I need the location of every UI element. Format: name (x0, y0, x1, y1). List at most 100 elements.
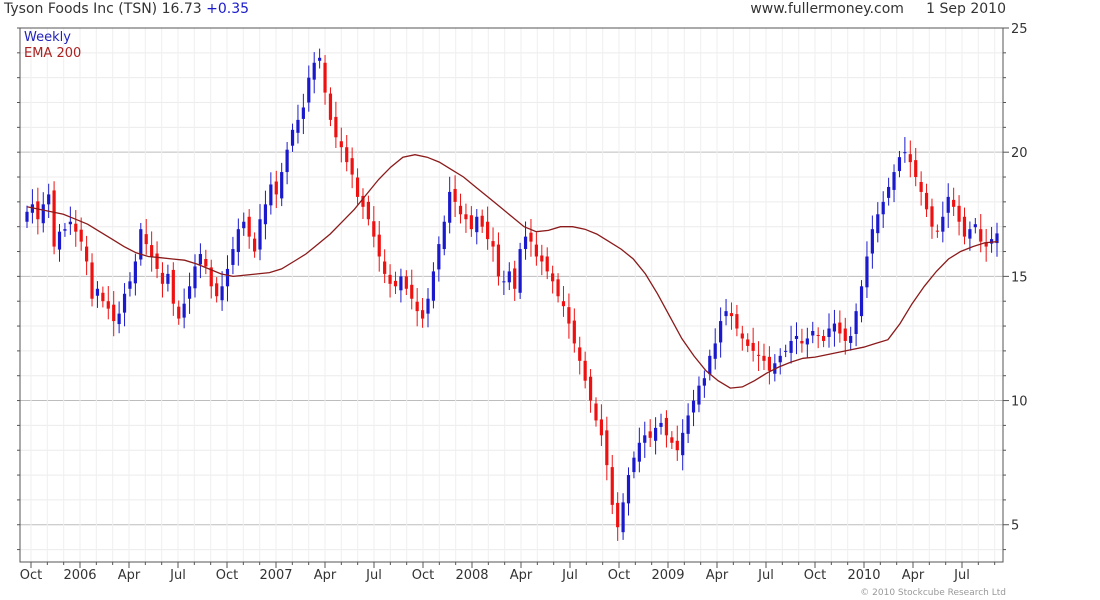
candle-body (85, 246, 89, 262)
candle-body (697, 385, 701, 405)
grid-lines (20, 27, 1003, 562)
candle-body (312, 62, 316, 80)
candle-body (68, 221, 72, 225)
candle-body (415, 301, 419, 312)
candle-body (63, 229, 67, 231)
candle-body (355, 177, 360, 197)
candle-body (821, 335, 826, 341)
candle-body (301, 107, 305, 119)
legend-ema: EMA 200 (24, 46, 82, 61)
candle-body (431, 271, 436, 301)
candle-body (567, 307, 571, 324)
candle-body (144, 234, 148, 245)
candles (25, 48, 999, 541)
y-tick-label: 10 (1011, 395, 1028, 410)
candle-body (41, 204, 45, 224)
x-tick-label: Apr (510, 568, 533, 583)
candle-body (903, 152, 907, 154)
x-tick-label: 2009 (651, 568, 684, 583)
candle-body (117, 313, 121, 325)
candle-body (101, 292, 105, 302)
candle-body (702, 378, 706, 386)
x-tick-label: 2006 (63, 568, 96, 583)
candle-body (924, 192, 929, 210)
candle-body (133, 261, 137, 284)
candle-body (25, 211, 29, 222)
x-tick-label: Jul (953, 568, 970, 583)
candle-body (220, 286, 224, 301)
candle-body (486, 221, 490, 240)
candle-body (198, 254, 203, 265)
candle-body (280, 172, 284, 199)
candle-body (350, 158, 354, 175)
candle-body (377, 234, 381, 257)
candle-body (187, 286, 192, 299)
candle-body (74, 223, 78, 232)
candle-body (426, 298, 430, 314)
candle-body (816, 334, 820, 336)
candle-body (274, 181, 278, 195)
candle-body (681, 432, 685, 456)
candle-body (832, 323, 837, 332)
candle-body (605, 430, 609, 466)
candle-body (52, 190, 56, 247)
candle-body (908, 154, 912, 163)
candle-body (610, 467, 614, 505)
candle-body (594, 403, 598, 421)
candle-body (654, 427, 658, 441)
candle-body (318, 57, 322, 61)
legend-weekly: Weekly (24, 30, 71, 45)
candle-body (328, 93, 333, 120)
x-tick-label: Apr (902, 568, 925, 583)
candle-body (496, 244, 501, 277)
candle-body (502, 281, 506, 283)
candle-body (648, 431, 652, 438)
candle-body (973, 224, 977, 228)
candle-body (215, 283, 219, 297)
candle-body (366, 201, 370, 220)
candle-body (529, 232, 533, 242)
candle-body (252, 238, 257, 252)
candle-body (767, 356, 772, 371)
x-tick-label: Oct (20, 568, 42, 583)
candle-body (464, 214, 468, 220)
candle-body (290, 129, 295, 146)
candle-body (632, 457, 636, 473)
candle-body (762, 355, 766, 361)
candle-body (334, 116, 338, 138)
candle-body (171, 269, 175, 304)
candle-body (713, 343, 717, 359)
candle-body (675, 440, 679, 451)
candle-body (930, 206, 934, 227)
candle-body (859, 286, 864, 317)
candle-body (919, 181, 923, 192)
candle-body (182, 303, 186, 318)
candle-body (540, 255, 544, 262)
candle-body (838, 322, 842, 334)
candle-body (957, 205, 961, 222)
candle-body (572, 320, 576, 344)
candle-body (263, 204, 268, 225)
candle-body (892, 172, 896, 190)
candle-body (664, 417, 669, 436)
x-tick-label: Jul (365, 568, 382, 583)
candle-body (794, 335, 799, 339)
candle-body (383, 261, 387, 274)
candle-body (876, 214, 880, 234)
candle-body (865, 256, 869, 288)
candle-body (112, 304, 116, 322)
candle-body (751, 342, 755, 351)
candle-body (258, 219, 262, 250)
candle-body (887, 186, 891, 198)
candle-body (177, 306, 181, 319)
x-tick-label: 2007 (259, 568, 292, 583)
candle-body (621, 502, 625, 533)
candle-body (578, 347, 582, 361)
x-axis: Oct 2006 Apr Jul Oct 2007 Apr Jul Oct 2008 Apr Jul O… (20, 562, 996, 583)
candle-body (247, 216, 251, 237)
candle-body (166, 273, 170, 284)
candle-body (583, 360, 587, 381)
candle-body (57, 231, 62, 250)
candle-body (269, 184, 273, 206)
candle-body (811, 331, 815, 336)
